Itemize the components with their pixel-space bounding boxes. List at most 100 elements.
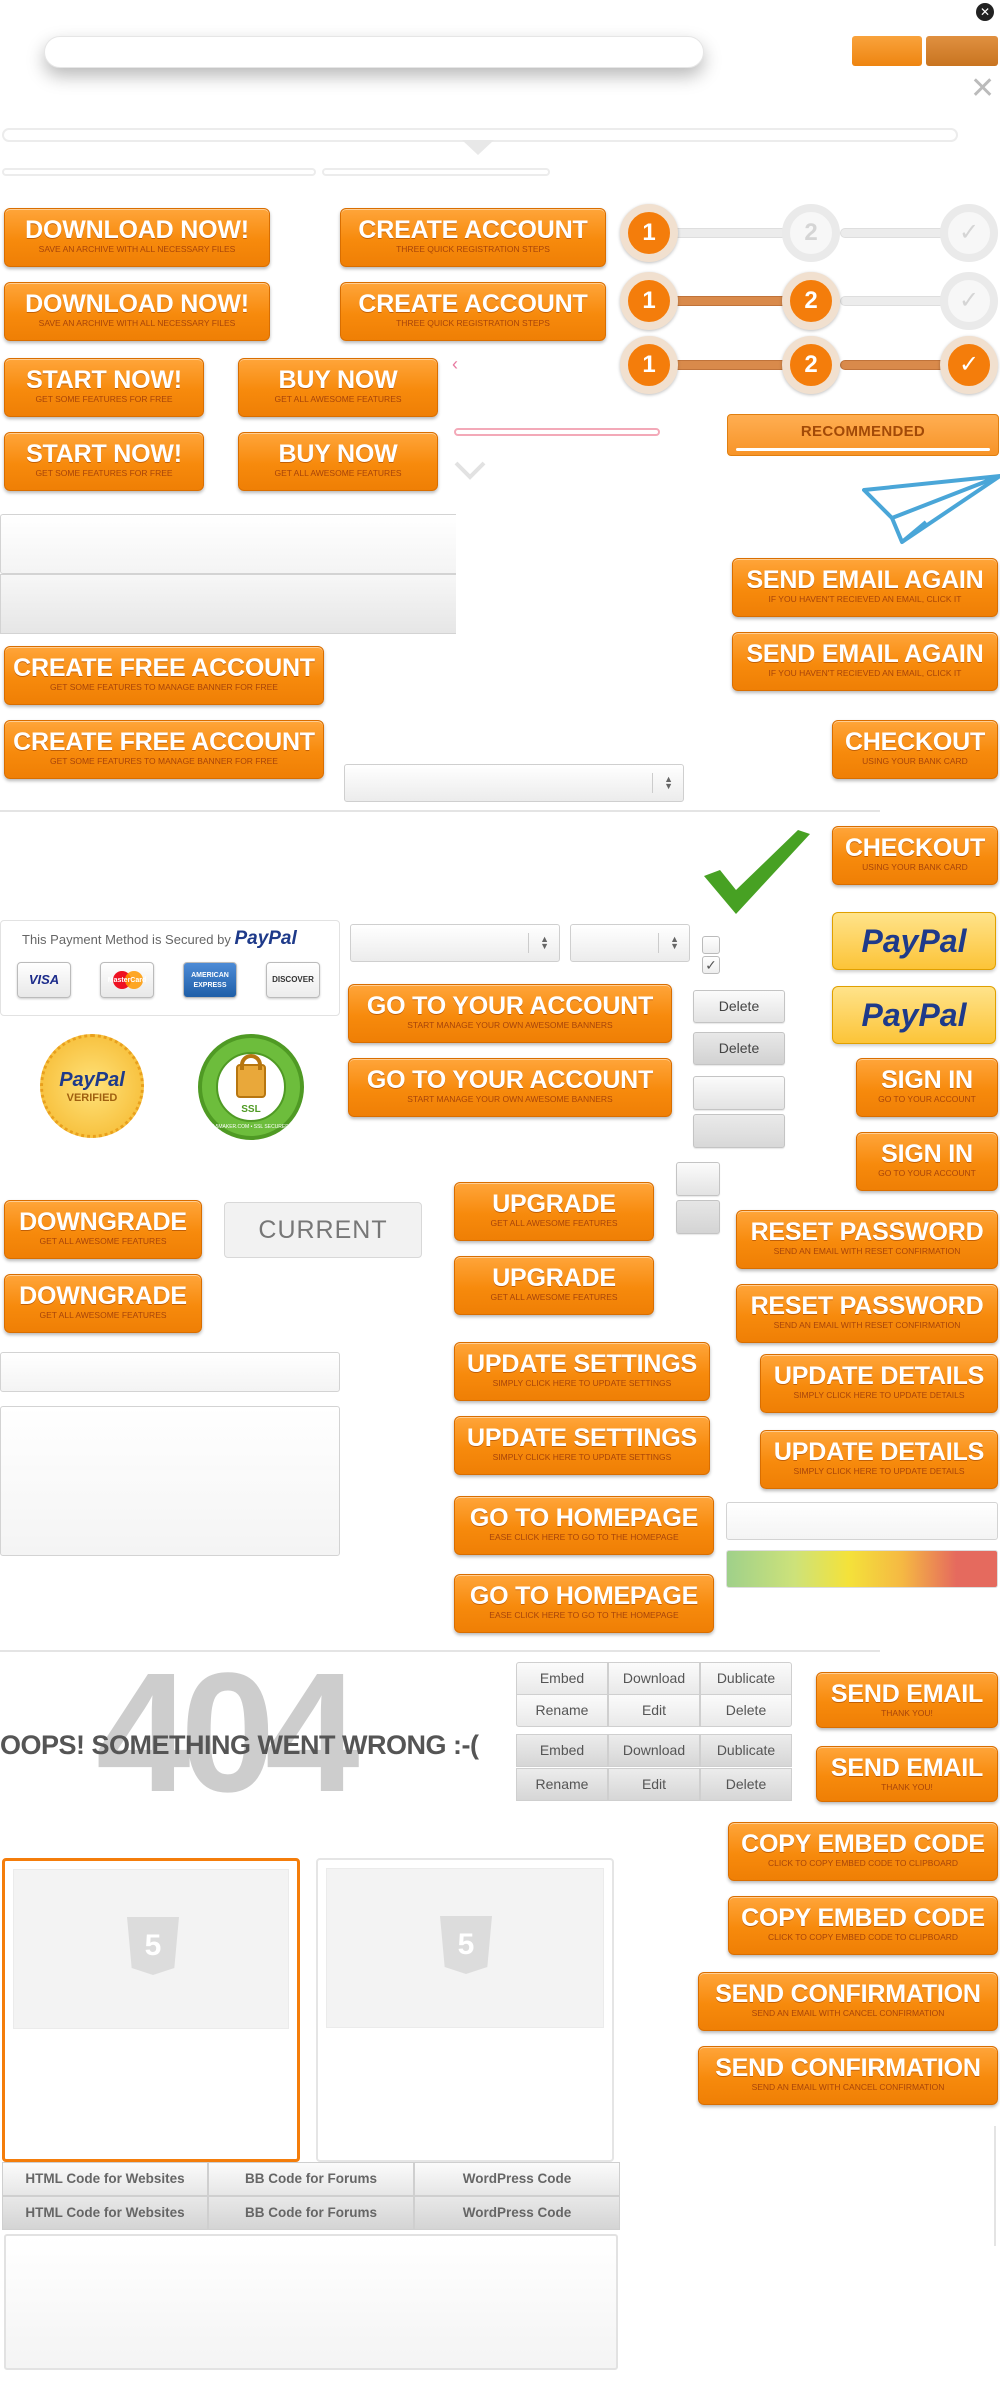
step-3-check-icon[interactable]: ✓ — [940, 336, 998, 394]
checkout-button[interactable]: CHECKOUT USING YOUR BANK CARD — [832, 720, 998, 779]
select-year[interactable]: ▲ ▼ — [570, 924, 690, 962]
text-input-focused[interactable] — [0, 574, 456, 634]
close-icon[interactable]: ✕ — [970, 74, 998, 104]
text-input-small[interactable] — [0, 1352, 340, 1392]
tab-html-code-active[interactable]: HTML Code for Websites — [2, 2196, 208, 2230]
reset-password-button-hover[interactable]: RESET PASSWORD SEND AN EMAIL WITH RESET C… — [736, 1284, 998, 1343]
go-to-account-button-hover[interactable]: GO TO YOUR ACCOUNT START MANAGE YOUR OWN … — [348, 1058, 672, 1117]
chevron-down-icon[interactable] — [452, 455, 488, 485]
small-square-button[interactable] — [676, 1162, 720, 1196]
step-2[interactable]: 2 — [782, 336, 840, 394]
edit-button[interactable]: Edit — [608, 1768, 700, 1801]
checkout-button-hover[interactable]: CHECKOUT USING YOUR BANK CARD — [832, 826, 998, 885]
step-1[interactable]: 1 — [620, 336, 678, 394]
download-button[interactable]: DOWNLOAD NOW! SAVE AN ARCHIVE WITH ALL NE… — [4, 208, 270, 267]
go-to-account-button[interactable]: GO TO YOUR ACCOUNT START MANAGE YOUR OWN … — [348, 984, 672, 1043]
rename-button[interactable]: Rename — [516, 1768, 608, 1801]
send-email-button[interactable]: SEND EMAIL THANK YOU! — [816, 1672, 998, 1728]
top-search-input[interactable] — [44, 36, 704, 68]
downgrade-button[interactable]: DOWNGRADE GET ALL AWESOME FEATURES — [4, 1200, 202, 1259]
download-action-button[interactable]: Download — [608, 1662, 700, 1695]
chevron-left-icon[interactable]: ‹ — [452, 354, 458, 375]
rename-button[interactable]: Rename — [516, 1694, 608, 1727]
go-to-homepage-button-hover[interactable]: GO TO HOMEPAGE EASE CLICK HERE TO GO TO T… — [454, 1574, 714, 1633]
tab-html-code[interactable]: HTML Code for Websites — [2, 2162, 208, 2196]
paypal-button[interactable]: PayPal — [832, 912, 996, 970]
send-email-again-button-hover[interactable]: SEND EMAIL AGAIN IF YOU HAVEN'T RECIEVED … — [732, 632, 998, 691]
close-circle-icon[interactable]: ✕ — [976, 3, 994, 21]
create-account-button-hover[interactable]: CREATE ACCOUNT THREE QUICK REGISTRATION S… — [340, 282, 606, 341]
buy-now-button[interactable]: BUY NOW GET ALL AWESOME FEATURES — [238, 358, 438, 417]
select-month[interactable]: ▲ ▼ — [350, 924, 560, 962]
text-input[interactable] — [0, 514, 456, 574]
banner-thumbnail[interactable]: 5 — [316, 1858, 614, 2162]
tab-right-line[interactable] — [322, 168, 550, 176]
embed-button[interactable]: Embed — [516, 1662, 608, 1695]
reset-password-button[interactable]: RESET PASSWORD SEND AN EMAIL WITH RESET C… — [736, 1210, 998, 1269]
download-action-button[interactable]: Download — [608, 1734, 700, 1767]
ssl-secured-badge: SSL HTML5MAKER.COM • SSL SECURED SERVER — [198, 1034, 304, 1140]
step-1[interactable]: 1 — [620, 272, 678, 330]
step-1[interactable]: 1 — [620, 204, 678, 262]
paypal-button-hover[interactable]: PayPal — [832, 986, 996, 1044]
error-message: OOPS! SOMETHING WENT WRONG :-( — [0, 1730, 479, 1760]
step-2[interactable]: 2 — [782, 272, 840, 330]
copy-embed-code-button[interactable]: COPY EMBED CODE CLICK TO COPY EMBED CODE … — [728, 1822, 998, 1881]
create-account-button[interactable]: CREATE ACCOUNT THREE QUICK REGISTRATION S… — [340, 208, 606, 267]
code-textarea[interactable] — [4, 2234, 618, 2370]
send-email-again-button[interactable]: SEND EMAIL AGAIN IF YOU HAVEN'T RECIEVED … — [732, 558, 998, 617]
tab-bb-code[interactable]: BB Code for Forums — [208, 2162, 414, 2196]
select-arrows-icon: ▲ ▼ — [540, 934, 549, 951]
top-orange-tab-2[interactable] — [926, 36, 998, 66]
start-now-button-hover[interactable]: START NOW! GET SOME FEATURES FOR FREE — [4, 432, 204, 491]
select-dropdown[interactable]: ▲ ▼ — [344, 764, 684, 802]
duplicate-button[interactable]: Dublicate — [700, 1662, 792, 1695]
create-free-account-button[interactable]: CREATE FREE ACCOUNT GET SOME FEATURES TO … — [4, 646, 324, 705]
step-2[interactable]: 2 — [782, 204, 840, 262]
update-details-button[interactable]: UPDATE DETAILS SIMPLY CLICK HERE TO UPDAT… — [760, 1354, 998, 1413]
textarea[interactable] — [0, 1406, 340, 1556]
download-button-hover[interactable]: DOWNLOAD NOW! SAVE AN ARCHIVE WITH ALL NE… — [4, 282, 270, 341]
banner-thumbnail-selected[interactable]: 5 — [2, 1858, 300, 2162]
sign-in-button[interactable]: SIGN IN GO TO YOUR ACCOUNT — [856, 1058, 998, 1117]
scroll-edge — [994, 2126, 1000, 2246]
delete-action-button[interactable]: Delete — [700, 1694, 792, 1727]
send-confirmation-button[interactable]: SEND CONFIRMATION SEND AN EMAIL WITH CANC… — [698, 1972, 998, 2031]
checkbox[interactable] — [702, 936, 720, 954]
buy-now-button-hover[interactable]: BUY NOW GET ALL AWESOME FEATURES — [238, 432, 438, 491]
update-settings-button-hover[interactable]: UPDATE SETTINGS SIMPLY CLICK HERE TO UPDA… — [454, 1416, 710, 1475]
update-settings-button[interactable]: UPDATE SETTINGS SIMPLY CLICK HERE TO UPDA… — [454, 1342, 710, 1401]
checkbox-checked[interactable]: ✓ — [702, 956, 720, 974]
tab-left-line[interactable] — [2, 168, 316, 176]
tab-wordpress-code[interactable]: WordPress Code — [414, 2162, 620, 2196]
duplicate-button[interactable]: Dublicate — [700, 1734, 792, 1767]
dropdown-caret — [462, 140, 494, 155]
small-square-button-hover[interactable] — [676, 1200, 720, 1234]
sign-in-button-hover[interactable]: SIGN IN GO TO YOUR ACCOUNT — [856, 1132, 998, 1191]
recommended-label[interactable]: RECOMMENDED — [727, 414, 999, 456]
downgrade-button-hover[interactable]: DOWNGRADE GET ALL AWESOME FEATURES — [4, 1274, 202, 1333]
embed-button[interactable]: Embed — [516, 1734, 608, 1767]
copy-embed-code-button-hover[interactable]: COPY EMBED CODE CLICK TO COPY EMBED CODE … — [728, 1896, 998, 1955]
upgrade-button[interactable]: UPGRADE GET ALL AWESOME FEATURES — [454, 1182, 654, 1241]
tab-bb-code-active[interactable]: BB Code for Forums — [208, 2196, 414, 2230]
go-to-homepage-button[interactable]: GO TO HOMEPAGE EASE CLICK HERE TO GO TO T… — [454, 1496, 714, 1555]
send-confirmation-button-hover[interactable]: SEND CONFIRMATION SEND AN EMAIL WITH CANC… — [698, 2046, 998, 2105]
top-orange-tab-1[interactable] — [852, 36, 922, 66]
send-email-button-hover[interactable]: SEND EMAIL THANK YOU! — [816, 1746, 998, 1802]
step-3-check-icon[interactable]: ✓ — [940, 272, 998, 330]
start-now-button[interactable]: START NOW! GET SOME FEATURES FOR FREE — [4, 358, 204, 417]
delete-button-hover[interactable]: Delete — [693, 1032, 785, 1065]
upgrade-button-hover[interactable]: UPGRADE GET ALL AWESOME FEATURES — [454, 1256, 654, 1315]
mastercard-icon: MasterCard — [100, 962, 154, 998]
edit-button[interactable]: Edit — [608, 1694, 700, 1727]
delete-button[interactable]: Delete — [693, 990, 785, 1023]
empty-button[interactable] — [693, 1076, 785, 1110]
password-input[interactable] — [726, 1502, 998, 1540]
delete-action-button[interactable]: Delete — [700, 1768, 792, 1801]
empty-button-hover[interactable] — [693, 1114, 785, 1148]
update-details-button-hover[interactable]: UPDATE DETAILS SIMPLY CLICK HERE TO UPDAT… — [760, 1430, 998, 1489]
create-free-account-button-hover[interactable]: CREATE FREE ACCOUNT GET SOME FEATURES TO … — [4, 720, 324, 779]
step-3-check-icon[interactable]: ✓ — [940, 204, 998, 262]
tab-wordpress-code-active[interactable]: WordPress Code — [414, 2196, 620, 2230]
